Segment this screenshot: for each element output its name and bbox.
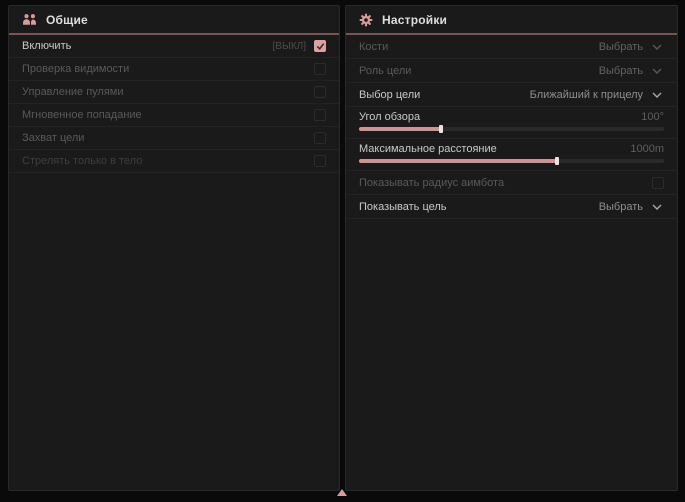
value-max-distance: 1000m [630,143,664,155]
dropdown-value: Выбрать [599,201,643,213]
row-enable: Включить [ВЫКЛ] [9,35,339,58]
label-max-distance: Максимальное расстояние [359,143,497,155]
row-right [652,177,664,189]
slider-fill [359,127,441,131]
label-show-target: Показывать цель [359,201,447,213]
dropdown-show-target[interactable]: Выбрать [597,199,664,215]
row-show-aimbot-radius: Показывать радиус аимбота [346,171,677,195]
row-target-lock: Захват цели [9,127,339,150]
check-icon [316,42,325,50]
label-target-role: Роль цели [359,65,411,77]
label-fov: Угол обзора [359,111,420,123]
dropdown-bones[interactable]: Выбрать [597,39,664,55]
checkbox-target-lock[interactable] [314,132,326,144]
chevron-down-icon [652,204,662,210]
slider-fov[interactable] [359,127,664,131]
chevron-down-icon [652,92,662,98]
label-show-aimbot-radius: Показывать радиус аимбота [359,177,504,189]
settings-rows: Кости Выбрать Роль цели Выбрать Выбор цели Бл… [346,35,677,219]
row-target-role: Роль цели Выбрать [346,59,677,83]
general-rows: Включить [ВЫКЛ] Проверка видимости Управлен… [9,35,339,173]
row-right [314,86,326,98]
row-show-target: Показывать цель Выбрать [346,195,677,219]
up-triangle-icon[interactable] [337,489,347,496]
row-bones: Кости Выбрать [346,35,677,59]
slider-fill [359,159,557,163]
label-bones: Кости [359,41,388,53]
dropdown-value: Выбрать [599,41,643,53]
slider-row-top: Угол обзора 100° [359,111,664,123]
label-target-selection: Выбор цели [359,89,420,101]
checkbox-visibility-check[interactable] [314,63,326,75]
label-bullet-control: Управление пулями [22,86,124,98]
row-right: Выбрать [597,39,664,55]
checkbox-show-aimbot-radius[interactable] [652,177,664,189]
slider-max-distance[interactable] [359,159,664,163]
checkbox-instant-hit[interactable] [314,109,326,121]
slider-handle[interactable] [555,157,559,165]
row-right [314,132,326,144]
gear-icon [359,13,373,27]
slider-row-top: Максимальное расстояние 1000m [359,143,664,155]
row-visibility-check: Проверка видимости [9,58,339,81]
dropdown-value: Ближайший к прицелу [530,89,643,101]
checkbox-body-only[interactable] [314,155,326,167]
panel-settings: Настройки Кости Выбрать Роль цели Выбрать Вы… [345,5,678,491]
hotkey-tag: [ВЫКЛ] [273,41,306,52]
dropdown-target-role[interactable]: Выбрать [597,63,664,79]
label-visibility-check: Проверка видимости [22,63,129,75]
row-bullet-control: Управление пулями [9,81,339,104]
dropdown-value: Выбрать [599,65,643,77]
panel-general-title: Общие [46,13,88,27]
row-fov: Угол обзора 100° [346,107,677,139]
label-instant-hit: Мгновенное попадание [22,109,142,121]
panel-settings-header: Настройки [346,6,677,33]
row-right: Выбрать [597,199,664,215]
row-right [314,109,326,121]
chevron-down-icon [652,44,662,50]
chevron-down-icon [652,68,662,74]
label-body-only: Стрелять только в тело [22,155,142,167]
dropdown-target-selection[interactable]: Ближайший к прицелу [528,87,664,103]
panel-general: Общие Включить [ВЫКЛ] Проверка видимости Уп… [8,5,340,491]
slider-handle[interactable] [439,125,443,133]
label-enable: Включить [22,40,71,52]
panel-settings-title: Настройки [382,13,447,27]
row-right: Ближайший к прицелу [528,87,664,103]
value-fov: 100° [641,111,664,123]
row-right: [ВЫКЛ] [273,40,326,52]
row-body-only: Стрелять только в тело [9,150,339,173]
panel-general-header: Общие [9,6,339,33]
checkbox-enable[interactable] [314,40,326,52]
row-right [314,155,326,167]
users-icon [22,13,37,26]
row-instant-hit: Мгновенное попадание [9,104,339,127]
row-max-distance: Максимальное расстояние 1000m [346,139,677,171]
checkbox-bullet-control[interactable] [314,86,326,98]
label-target-lock: Захват цели [22,132,84,144]
row-target-selection: Выбор цели Ближайший к прицелу [346,83,677,107]
row-right: Выбрать [597,63,664,79]
row-right [314,63,326,75]
